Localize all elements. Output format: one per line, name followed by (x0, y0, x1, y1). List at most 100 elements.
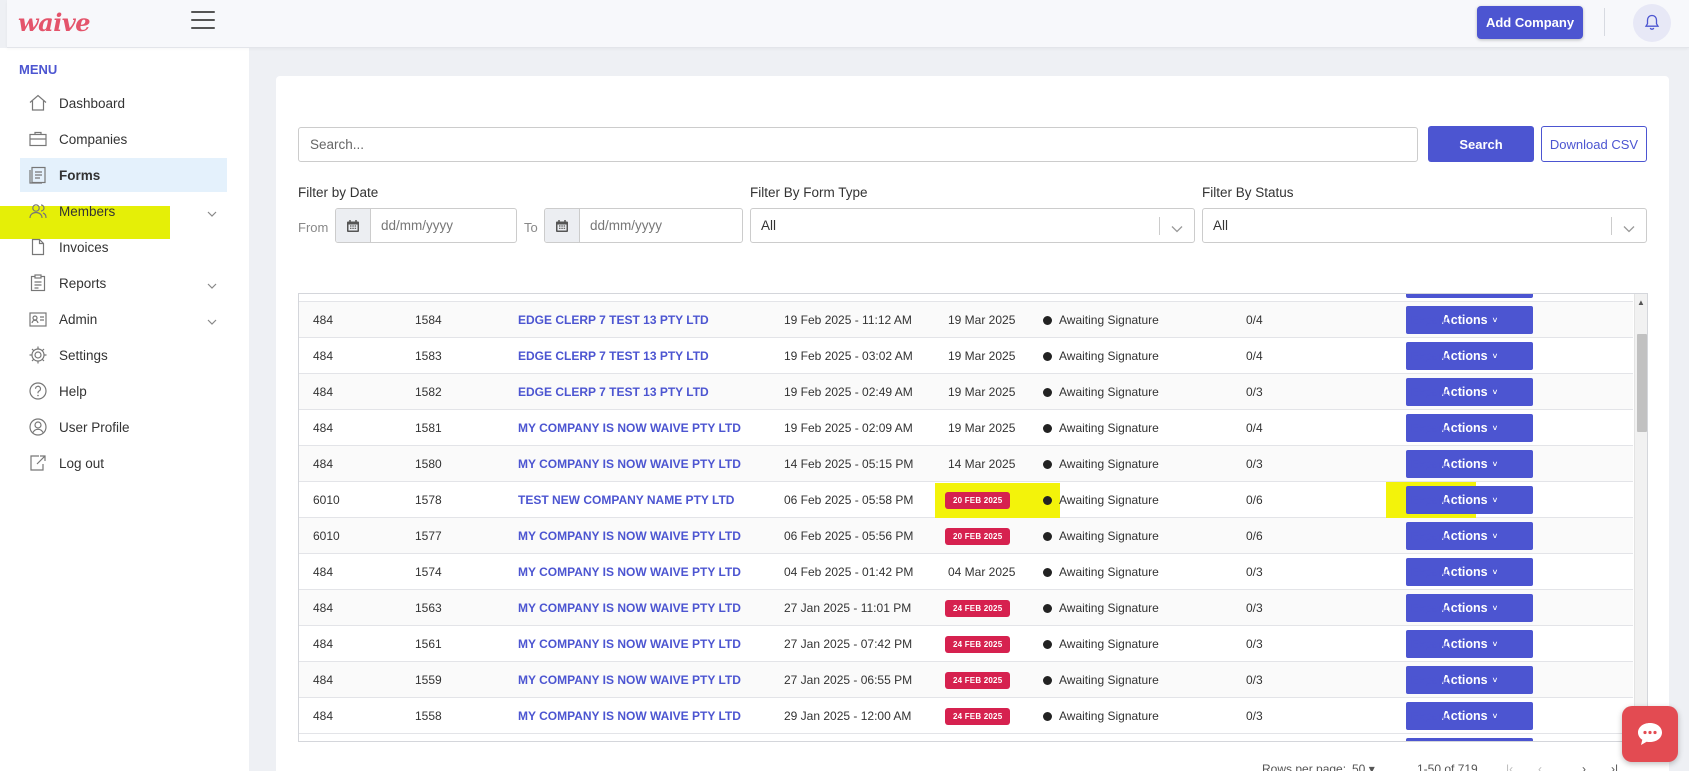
cell-form-number: 1558 (415, 709, 442, 723)
sidebar-item-help[interactable]: Help (28, 374, 227, 408)
notifications-bell-icon[interactable] (1633, 4, 1671, 42)
sidebar-item-dashboard[interactable]: Dashboard (28, 86, 227, 120)
company-link[interactable]: MY COMPANY IS NOW WAIVE PTY LTD (518, 518, 741, 554)
status-text: Awaiting Signature (1059, 457, 1159, 471)
expand-link[interactable]: Expand (1411, 349, 1452, 363)
scroll-up-icon[interactable]: ▲ (1637, 298, 1645, 307)
cell-id: 6010 (313, 529, 340, 543)
expand-link[interactable]: Expand (1411, 385, 1452, 399)
sidebar-item-settings[interactable]: Settings (28, 338, 227, 372)
table-scrollbar[interactable]: ▲ (1634, 294, 1647, 741)
search-input[interactable] (298, 127, 1418, 162)
table-row: 484 1583 EDGE CLERP 7 TEST 13 PTY LTD 19 Fe… (299, 338, 1633, 374)
chevron-down-icon: ˅ (1492, 531, 1498, 541)
status-select[interactable]: All (1202, 208, 1647, 243)
sidebar-item-members[interactable]: Members (28, 194, 227, 228)
prev-page-icon[interactable]: ‹ (1538, 762, 1542, 771)
expand-link[interactable]: Expand (1411, 313, 1452, 327)
file-icon (28, 237, 48, 257)
date-to-input[interactable] (580, 209, 710, 242)
chevron-down-icon[interactable] (207, 205, 217, 220)
table-row: 484 1584 EDGE CLERP 7 TEST 13 PTY LTD 19 Fe… (299, 302, 1633, 338)
sidebar-item-companies[interactable]: Companies (28, 122, 227, 156)
status-text: Awaiting Signature (1059, 601, 1159, 615)
expand-link[interactable]: Expand (1411, 673, 1452, 687)
cell-id: 484 (313, 385, 334, 399)
status-dot (1043, 315, 1052, 325)
cell-form-number: 1559 (415, 673, 442, 687)
expand-link[interactable]: Expand (1411, 637, 1452, 651)
cell-due: 19 Mar 2025 (948, 410, 1015, 446)
sidebar-item-user-profile[interactable]: User Profile (28, 410, 227, 444)
expand-link[interactable]: Expand (1411, 493, 1452, 507)
briefcase-icon (28, 129, 48, 149)
company-link[interactable]: MY COMPANY IS NOW WAIVE PTY LTD (518, 554, 741, 590)
expand-link[interactable]: Expand (1411, 457, 1452, 471)
status-text: Awaiting Signature (1059, 709, 1159, 723)
cell-due: 24 FEB 2025 (945, 698, 1011, 734)
company-link[interactable]: MY COMPANY IS NOW WAIVE PTY LTD (518, 410, 741, 446)
forms-icon (28, 165, 48, 185)
sidebar-item-admin[interactable]: Admin (28, 302, 227, 336)
cell-signed: 0/3 (1246, 565, 1263, 579)
next-page-icon[interactable]: › (1582, 762, 1586, 771)
company-link[interactable]: MY COMPANY IS NOW WAIVE PTY LTD (518, 590, 741, 626)
waive-logo[interactable]: waive (18, 8, 91, 37)
expand-link[interactable]: Expand (1411, 565, 1452, 579)
download-csv-button[interactable]: Download CSV (1541, 126, 1647, 162)
chevron-down-icon[interactable] (207, 313, 217, 328)
cell-created: 29 Jan 2025 - 12:00 AM (784, 709, 912, 723)
cell-created: 19 Feb 2025 - 02:09 AM (784, 421, 913, 435)
cell-id: 484 (313, 313, 334, 327)
cell-status: Awaiting Signature (1043, 374, 1159, 410)
search-button[interactable]: Search (1428, 126, 1534, 162)
company-link[interactable]: EDGE CLERP 7 TEST 13 PTY LTD (518, 374, 709, 410)
chat-bubble-icon[interactable] (1622, 706, 1678, 762)
form-type-select[interactable]: All (750, 208, 1195, 243)
actions-button[interactable] (1406, 294, 1533, 298)
calendar-icon[interactable] (545, 209, 580, 242)
status-dot (1043, 387, 1052, 397)
add-company-button[interactable]: Add Company (1477, 6, 1583, 39)
rows-per-page-select[interactable]: 50 ▾ (1352, 762, 1375, 771)
sidebar-item-reports[interactable]: Reports (28, 266, 227, 300)
sidebar-item-invoices[interactable]: Invoices (28, 230, 227, 264)
expand-link[interactable]: Expand (1411, 601, 1452, 615)
sidebar-item-label: Members (59, 203, 116, 219)
chevron-down-icon[interactable] (207, 277, 217, 292)
cell-due: 20 FEB 2025 (945, 518, 1011, 554)
status-text: Awaiting Signature (1059, 529, 1159, 543)
date-to-group (544, 208, 743, 243)
first-page-icon[interactable]: |‹ (1506, 762, 1513, 771)
actions-button[interactable] (1406, 738, 1533, 741)
expand-link[interactable]: Expand (1411, 529, 1452, 543)
due-date: 19 Mar 2025 (948, 385, 1016, 399)
cell-created: 27 Jan 2025 - 11:01 PM (784, 601, 912, 615)
company-link[interactable]: MY COMPANY IS NOW WAIVE PTY LTD (518, 698, 741, 734)
expand-link[interactable]: Expand (1411, 421, 1452, 435)
cell-signed: 0/4 (1246, 313, 1263, 327)
date-from-input[interactable] (371, 209, 501, 242)
expand-link[interactable]: Expand (1411, 709, 1452, 723)
sidebar-item-label: Dashboard (59, 95, 126, 111)
company-link[interactable]: EDGE CLERP 7 TEST 13 PTY LTD (518, 302, 709, 338)
status-text: Awaiting Signature (1059, 313, 1159, 327)
status-dot (1043, 567, 1052, 577)
company-link[interactable]: MY COMPANY IS NOW WAIVE PTY LTD (518, 626, 741, 662)
scrollbar-thumb[interactable] (1637, 334, 1647, 432)
chevron-down-icon: ˅ (1492, 315, 1498, 325)
calendar-icon[interactable] (336, 209, 371, 242)
due-date-badge: 24 FEB 2025 (945, 635, 1011, 653)
sidebar-item-logout[interactable]: Log out (28, 446, 227, 480)
last-page-icon[interactable]: ›| (1611, 762, 1618, 771)
company-link[interactable]: EDGE CLERP 7 TEST 13 PTY LTD (518, 338, 709, 374)
hamburger-menu-icon[interactable] (191, 11, 215, 31)
company-link[interactable]: MY COMPANY IS NOW WAIVE PTY LTD (518, 662, 741, 698)
sidebar-item-forms[interactable]: Forms (20, 158, 227, 192)
cell-form-number: 1574 (415, 565, 442, 579)
status-text: Awaiting Signature (1059, 673, 1159, 687)
company-link[interactable]: MY COMPANY IS NOW WAIVE PTY LTD (518, 446, 741, 482)
users-icon (28, 201, 48, 221)
company-link[interactable]: TEST NEW COMPANY NAME PTY LTD (518, 482, 734, 518)
cell-signed: 0/3 (1246, 673, 1263, 687)
